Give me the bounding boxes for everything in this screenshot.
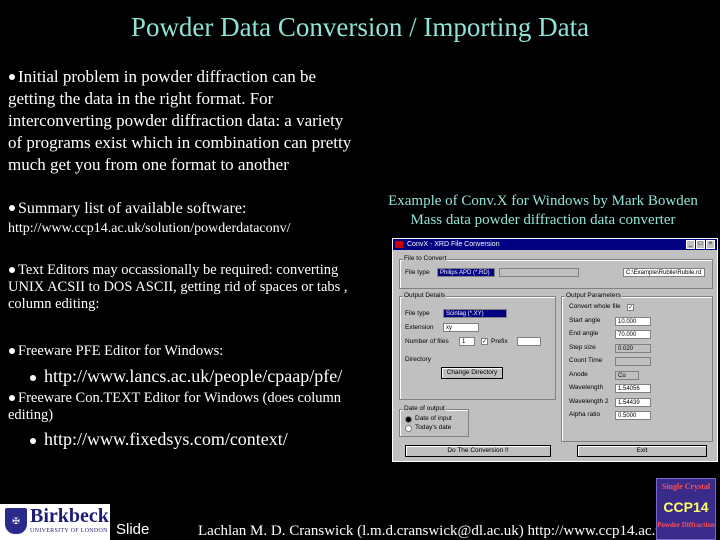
slide-label: Slide xyxy=(116,521,150,538)
todays-date-radio[interactable] xyxy=(405,425,412,432)
param-row: Step size 0.020 xyxy=(569,343,707,358)
pfe-label: Freeware PFE Editor for Windows: xyxy=(8,343,223,360)
context-url[interactable]: http://www.fixedsys.com/context/ xyxy=(44,429,288,449)
bullet-icon xyxy=(9,205,15,212)
file-browse-field xyxy=(499,268,579,277)
summary-url[interactable]: http://www.ccp14.ac.uk/solution/powderda… xyxy=(8,220,291,237)
dialog-titlebar: ConvX - XRD File Conversion xyxy=(393,239,717,250)
param-row: End angle 70.000 xyxy=(569,330,707,344)
file-name-field[interactable]: C:\Example\Rubile\Rubile.rd xyxy=(623,268,705,277)
param-row: Start angle 10.000 xyxy=(569,316,707,331)
extension-field[interactable]: xy xyxy=(443,323,479,332)
page-title: Powder Data Conversion / Importing Data xyxy=(130,12,590,42)
intro-paragraph: Initial problem in powder diffraction ca… xyxy=(8,67,352,174)
prefix-checkbox[interactable]: ✓ xyxy=(481,338,488,345)
prefix-field[interactable] xyxy=(517,337,541,346)
minimize-icon[interactable]: _ xyxy=(686,240,695,249)
convert-whole-file-checkbox[interactable]: ✓ xyxy=(627,304,634,311)
bullet-icon xyxy=(30,437,36,444)
text-editors-paragraph: Text Editors may occassionally be requir… xyxy=(8,262,348,312)
app-icon xyxy=(395,241,403,248)
param-row: Convert whole file ✓ xyxy=(569,303,634,311)
date-of-input-radio[interactable] xyxy=(405,416,412,423)
maximize-icon[interactable]: □ xyxy=(696,240,705,249)
param-row: Anode Cu xyxy=(569,370,707,385)
pfe-url[interactable]: http://www.lancs.ac.uk/people/cpaap/pfe/ xyxy=(44,366,342,386)
context-paragraph: Freeware Con.TEXT Editor for Windows (do… xyxy=(8,390,342,423)
bullet-icon xyxy=(9,74,15,81)
do-conversion-button[interactable]: Do The Conversion !! xyxy=(405,445,551,457)
bullet-icon xyxy=(9,394,15,401)
context-url-item: http://www.fixedsys.com/context/ xyxy=(30,429,288,450)
param-row: Count Time xyxy=(569,357,707,371)
output-file-type-select[interactable]: Scintag (*.XY) xyxy=(443,309,507,318)
dialog-caption: Example of Conv.X for Windows by Mark Bo… xyxy=(388,193,698,228)
close-icon[interactable]: × xyxy=(706,240,715,249)
change-directory-button[interactable]: Change Directory xyxy=(441,367,503,379)
param-row: Wavelength 1.54056 xyxy=(569,384,707,398)
date-of-output-group xyxy=(399,409,469,437)
param-row: Alpha ratio 0.5000 xyxy=(569,411,707,425)
num-files-field[interactable]: 1 xyxy=(459,337,475,346)
footer-credit: Lachlan M. D. Cranswick (l.m.d.cranswick… xyxy=(198,523,671,539)
crest-icon: ✠ xyxy=(5,508,27,534)
exit-button[interactable]: Exit xyxy=(577,445,707,457)
input-file-type-select[interactable]: Philips APD (*.RD) xyxy=(437,268,495,277)
param-row: Wavelength 2 1.54439 xyxy=(569,397,707,412)
bullet-icon xyxy=(30,374,36,381)
ccp14-logo: Single Crystal CCP14 Powder Diffraction xyxy=(656,478,716,540)
bullet-icon xyxy=(9,266,15,273)
convx-dialog-screenshot: ConvX - XRD File Conversion _ □ × File t… xyxy=(392,238,718,462)
pfe-url-item: http://www.lancs.ac.uk/people/cpaap/pfe/ xyxy=(30,366,342,387)
bullet-icon xyxy=(9,347,15,354)
parameter-list: Convert whole file ✓ Start angle 10.000 E… xyxy=(569,303,707,425)
summary-label: Summary list of available software: xyxy=(8,198,246,220)
